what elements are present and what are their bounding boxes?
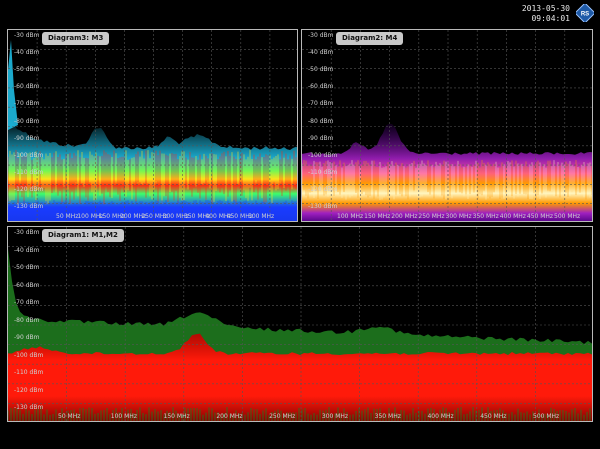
x-axis-label: 450 MHz bbox=[526, 213, 554, 220]
y-axis-label: -120 dBm bbox=[14, 386, 44, 394]
x-axis-label: 100 MHz bbox=[337, 213, 364, 220]
y-axis-label: -100 dBm bbox=[14, 351, 44, 359]
diagram3-spectrogram bbox=[8, 30, 297, 221]
y-axis-label: -120 dBm bbox=[14, 185, 44, 193]
y-axis-label: -40 dBm bbox=[14, 246, 40, 254]
x-axis-label: 300 MHz bbox=[445, 213, 472, 220]
y-axis-label: -70 dBm bbox=[14, 100, 40, 108]
diagram2-tab[interactable]: Diagram2: M4 bbox=[336, 32, 404, 45]
x-axis-label: 200 MHz bbox=[391, 213, 418, 220]
y-axis-label: -50 dBm bbox=[308, 66, 334, 74]
y-axis-label: -90 dBm bbox=[14, 334, 40, 341]
y-axis-label: -70 dBm bbox=[14, 299, 40, 306]
x-axis-label: 250 MHz bbox=[269, 413, 296, 420]
y-axis-label: -40 dBm bbox=[308, 49, 334, 57]
y-axis-label: -60 dBm bbox=[14, 281, 40, 289]
rohde-schwarz-logo-icon: RS bbox=[576, 4, 594, 22]
y-axis-label: -60 dBm bbox=[14, 83, 40, 91]
x-axis-label: 500 MHz bbox=[533, 413, 560, 420]
diagram3-tab[interactable]: Diagram3: M3 bbox=[42, 32, 110, 45]
y-axis-label: -110 dBm bbox=[14, 168, 44, 176]
diagram1-panel[interactable]: Diagram1: M1,M2 -30 dBm -40 dBm -50 dBm -60… bbox=[7, 226, 593, 422]
y-axis-label: -130 dBm bbox=[14, 203, 44, 210]
x-axis-label: 150 MHz bbox=[163, 413, 190, 420]
x-axis-label: 50 MHz bbox=[58, 413, 81, 420]
y-axis-label: -50 dBm bbox=[14, 66, 40, 74]
diagram2-spectrogram bbox=[302, 30, 592, 221]
datetime-readout: 2013-05-30 09:04:01 bbox=[522, 4, 570, 24]
y-axis-label: -100 dBm bbox=[308, 151, 338, 159]
x-axis-label: 100 MHz bbox=[110, 413, 137, 420]
y-axis-label: -30 dBm bbox=[14, 32, 40, 39]
x-axis-label: 400 MHz bbox=[499, 213, 526, 220]
svg-text:RS: RS bbox=[581, 12, 589, 18]
y-axis-label: -50 dBm bbox=[14, 264, 40, 271]
y-axis-label: -110 dBm bbox=[308, 168, 338, 176]
x-axis-label: 50 MHz bbox=[56, 213, 79, 220]
y-axis-label: -110 dBm bbox=[14, 369, 44, 376]
x-axis-label: 150 MHz bbox=[364, 213, 391, 220]
y-axis-label: -80 dBm bbox=[14, 316, 40, 324]
y-axis-label: -60 dBm bbox=[308, 83, 334, 91]
y-axis-label: -130 dBm bbox=[14, 404, 44, 411]
diagram2-panel[interactable]: Diagram2: M4 -30 dBm -40 dBm -50 dBm -60 dB… bbox=[301, 29, 593, 222]
y-axis-label: -40 dBm bbox=[14, 49, 40, 57]
x-axis-label: 400 MHz bbox=[427, 413, 454, 420]
diagram1-spectrum bbox=[8, 227, 592, 421]
x-axis-label: 300 MHz bbox=[321, 413, 349, 420]
y-axis-label: -70 dBm bbox=[308, 100, 334, 108]
x-axis-label: 350 MHz bbox=[472, 213, 499, 220]
date-text: 2013-05-30 bbox=[521, 4, 570, 13]
diagram1-tab[interactable]: Diagram1: M1,M2 bbox=[42, 229, 124, 242]
y-axis-label: -30 dBm bbox=[308, 32, 334, 39]
x-axis-label: 500 MHz bbox=[554, 213, 581, 220]
y-axis-label: -130 dBm bbox=[308, 203, 338, 210]
y-axis-label: -120 dBm bbox=[308, 185, 338, 193]
persistence-envelope bbox=[8, 118, 297, 221]
y-axis-label: -80 dBm bbox=[14, 117, 40, 125]
x-axis-label: 450 MHz bbox=[480, 413, 507, 420]
time-text: 09:04:01 bbox=[531, 14, 570, 23]
x-axis-label: 250 MHz bbox=[418, 213, 445, 220]
diagram3-panel[interactable]: Diagram3: M3 -30 dBm -40 dBm -50 dBm -60 dB… bbox=[7, 29, 298, 222]
y-axis-label: -90 dBm bbox=[308, 134, 334, 142]
y-axis-label: -90 dBm bbox=[14, 134, 40, 142]
y-axis-label: -80 dBm bbox=[308, 117, 334, 125]
y-axis-label: -100 dBm bbox=[14, 151, 44, 159]
x-axis-label: 200 MHz bbox=[216, 413, 243, 420]
x-axis-label: 350 MHz bbox=[374, 413, 401, 420]
y-axis-label: -30 dBm bbox=[14, 229, 40, 236]
x-axis-label: 500 MHz bbox=[248, 213, 275, 220]
